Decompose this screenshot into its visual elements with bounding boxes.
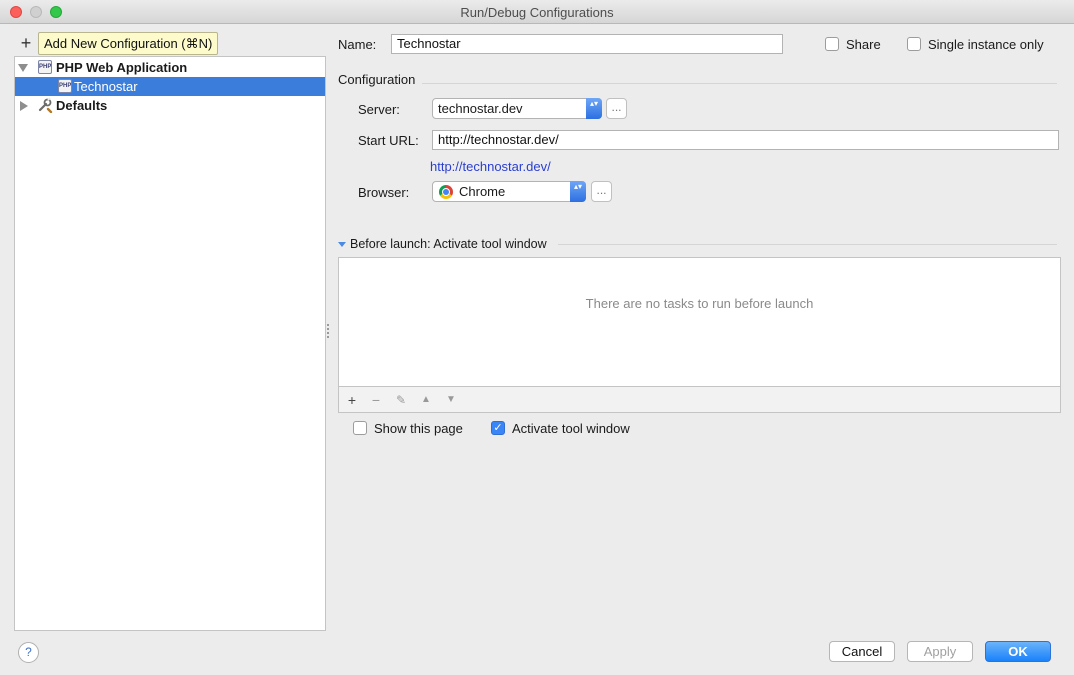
configuration-tree[interactable]: PHP PHP Web Application PHP Technostar D… [14, 56, 326, 631]
tree-item-technostar[interactable]: PHP Technostar [15, 77, 325, 96]
start-url-field[interactable]: http://technostar.dev/ [432, 130, 1059, 150]
activate-tool-window-checkbox[interactable]: ✓ [491, 421, 505, 435]
edit-task-button[interactable]: ✎ [392, 391, 410, 409]
collapse-arrow-icon[interactable] [18, 64, 28, 72]
name-field[interactable]: Technostar [391, 34, 783, 54]
chevron-updown-icon: ▴▾ [586, 98, 602, 119]
ok-button[interactable]: OK [985, 641, 1051, 662]
configuration-heading: Configuration [338, 72, 416, 87]
php-icon: PHP [58, 79, 72, 93]
share-label: Share [846, 37, 881, 52]
browser-label: Browser: [358, 185, 410, 200]
task-toolbar: + − ✎ ▲ ▼ [339, 386, 1060, 412]
title-bar: Run/Debug Configurations [0, 0, 1074, 24]
browser-browse-button[interactable]: ... [591, 181, 612, 202]
tree-item-label: Technostar [74, 79, 138, 94]
add-configuration-button[interactable]: + [15, 33, 37, 53]
window-title: Run/Debug Configurations [460, 5, 614, 20]
remove-task-button[interactable]: − [367, 391, 385, 409]
move-down-button[interactable]: ▼ [442, 391, 460, 409]
before-launch-separator [558, 244, 1057, 245]
chrome-icon [439, 185, 453, 199]
server-browse-button[interactable]: ... [606, 98, 627, 119]
help-icon[interactable]: ? [18, 642, 39, 663]
chevron-updown-icon: ▴▾ [570, 181, 586, 202]
cancel-button[interactable]: Cancel [829, 641, 895, 662]
configuration-separator [422, 83, 1057, 84]
show-page-checkbox[interactable] [353, 421, 367, 435]
wrench-icon [38, 97, 53, 113]
server-label: Server: [358, 102, 400, 117]
browser-value: Chrome [459, 184, 506, 199]
tree-defaults-label: Defaults [56, 98, 108, 113]
activate-tool-window-label: Activate tool window [512, 421, 630, 436]
tree-group-defaults[interactable]: Defaults [15, 96, 325, 115]
expand-arrow-icon[interactable] [20, 101, 28, 111]
browser-select[interactable]: Chrome ▴▾ [432, 181, 586, 202]
server-select[interactable]: technostar.dev ▴▾ [432, 98, 602, 119]
apply-button[interactable]: Apply [907, 641, 973, 662]
move-up-button[interactable]: ▲ [417, 391, 435, 409]
panel-splitter[interactable] [326, 322, 330, 340]
share-checkbox[interactable] [825, 37, 839, 51]
before-launch-heading[interactable]: Before launch: Activate tool window [350, 237, 547, 251]
show-page-label: Show this page [374, 421, 463, 436]
single-instance-label: Single instance only [928, 37, 1044, 52]
empty-tasks-text: There are no tasks to run before launch [585, 296, 814, 311]
before-launch-task-list[interactable]: There are no tasks to run before launch … [338, 257, 1061, 413]
tree-group-php-web-application[interactable]: PHP PHP Web Application [15, 58, 325, 77]
start-url-link[interactable]: http://technostar.dev/ [430, 159, 551, 174]
add-task-button[interactable]: + [343, 391, 361, 409]
name-label: Name: [338, 37, 377, 52]
php-icon: PHP [38, 60, 52, 74]
add-configuration-tooltip: Add New Configuration (⌘N) [38, 32, 219, 55]
single-instance-checkbox[interactable] [907, 37, 921, 51]
before-launch-collapse-icon[interactable] [338, 242, 346, 247]
server-value: technostar.dev [438, 101, 523, 116]
tree-group-label: PHP Web Application [56, 60, 188, 75]
start-url-label: Start URL: [358, 133, 419, 148]
